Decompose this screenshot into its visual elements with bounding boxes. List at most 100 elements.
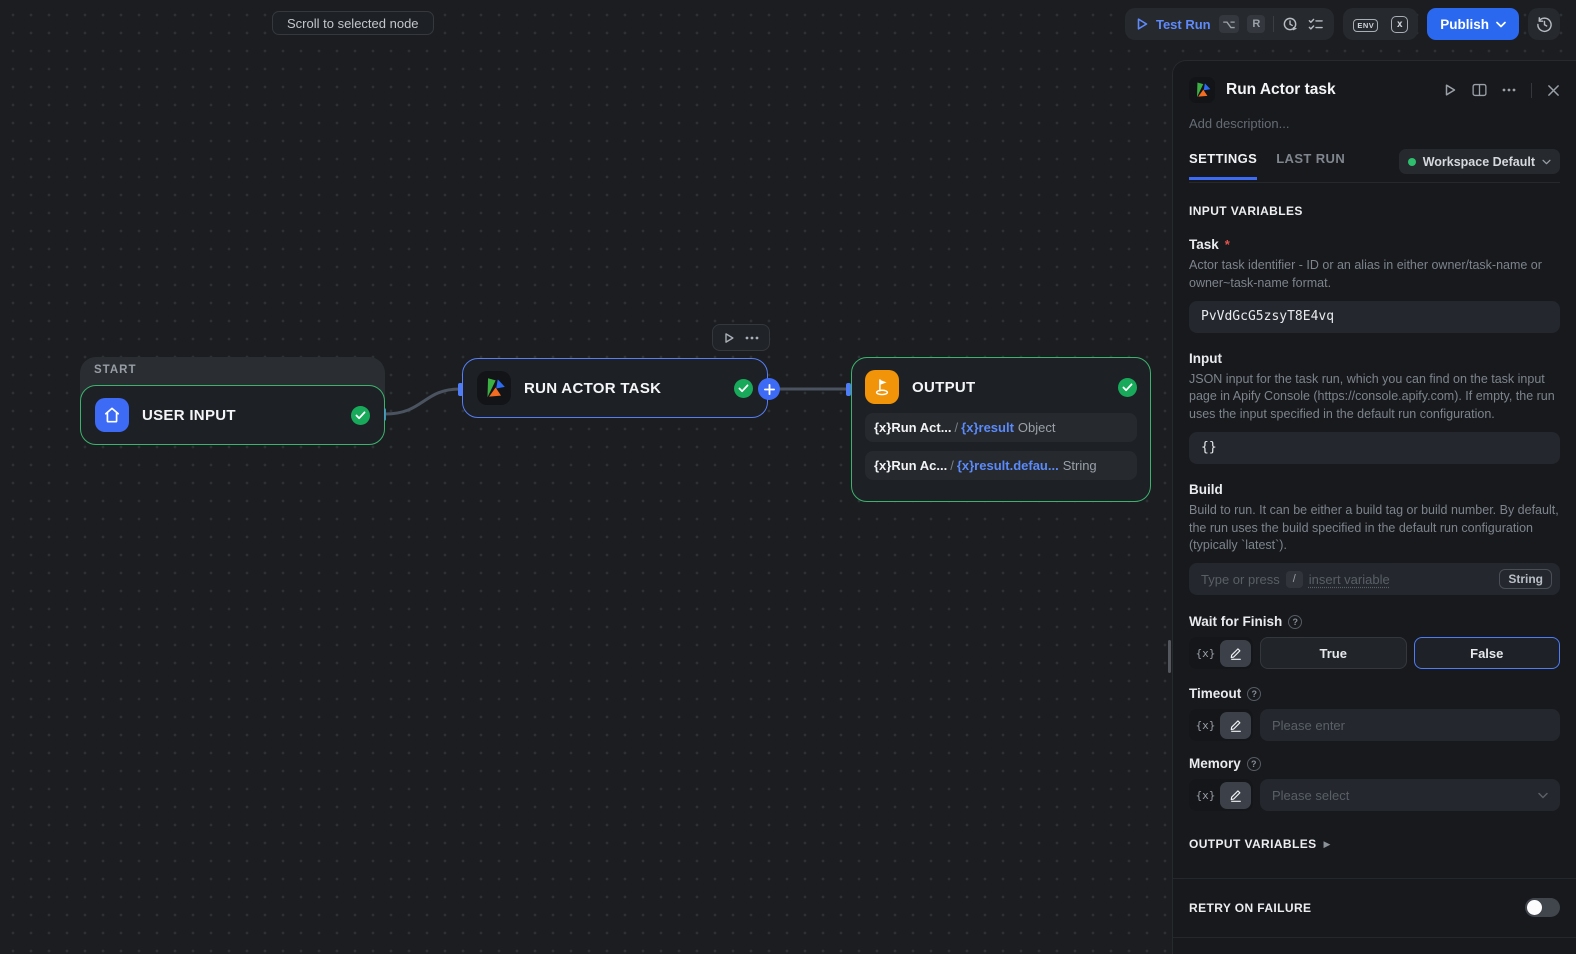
output-variable-row[interactable]: {x}Run Ac... / {x}result.defau... String xyxy=(865,451,1137,480)
build-field-block: Build Build to run. It can be either a b… xyxy=(1189,482,1560,595)
value-mode-toggle: {x} xyxy=(1189,709,1253,741)
false-button[interactable]: False xyxy=(1413,637,1560,669)
memory-select[interactable]: Please select xyxy=(1260,779,1560,811)
task-input[interactable] xyxy=(1189,300,1560,333)
scheduled-run-button[interactable] xyxy=(1282,16,1299,33)
variables-button[interactable]: x xyxy=(1391,15,1409,33)
build-input[interactable]: Type or press / insert variable String xyxy=(1189,563,1560,595)
close-icon xyxy=(1548,84,1559,96)
node-user-input-title: USER INPUT xyxy=(142,406,236,424)
node-hover-toolbar xyxy=(712,324,770,351)
fx-mode-button[interactable]: {x} xyxy=(1191,712,1220,739)
apify-logo-icon xyxy=(1189,77,1215,103)
play-icon xyxy=(1445,84,1456,96)
test-run-button[interactable]: Test Run xyxy=(1135,17,1211,32)
ellipsis-icon xyxy=(745,336,759,339)
section-divider xyxy=(1173,878,1576,879)
panel-docs-button[interactable] xyxy=(1472,83,1487,97)
workspace-status-dot xyxy=(1407,157,1416,166)
env-button[interactable]: ENV xyxy=(1353,15,1379,33)
edit-mode-button[interactable] xyxy=(1220,781,1251,809)
node-run-actor-task[interactable]: RUN ACTOR TASK xyxy=(462,358,768,418)
plus-icon xyxy=(763,383,775,395)
r-key-badge: R xyxy=(1247,15,1266,33)
section-divider xyxy=(1173,937,1576,938)
true-button[interactable]: True xyxy=(1260,637,1407,669)
variable-separator: / xyxy=(950,458,954,473)
description-placeholder[interactable]: Add description... xyxy=(1189,116,1560,131)
help-icon[interactable]: ? xyxy=(1288,614,1303,629)
output-variables-heading: OUTPUT VARIABLES xyxy=(1189,837,1317,851)
chevron-down-icon xyxy=(1542,159,1551,164)
workspace-label: Workspace Default xyxy=(1422,154,1535,169)
insert-variable-link[interactable]: insert variable xyxy=(1309,572,1390,587)
scroll-pill-label: Scroll to selected node xyxy=(287,15,419,31)
memory-block: Memory ? {x} Please select xyxy=(1189,756,1560,811)
scroll-to-selected-node-button[interactable]: Scroll to selected node xyxy=(272,11,434,35)
env-icon: ENV xyxy=(1353,19,1379,32)
play-icon xyxy=(725,332,734,343)
panel-close-button[interactable] xyxy=(1547,84,1560,97)
variable-separator: / xyxy=(954,420,959,435)
history-button[interactable] xyxy=(1528,8,1560,40)
build-description: Build to run. It can be either a build t… xyxy=(1189,502,1559,553)
publish-button[interactable]: Publish xyxy=(1427,8,1519,40)
panel-run-button[interactable] xyxy=(1443,83,1457,97)
node-output-header: OUTPUT xyxy=(865,370,1137,404)
timeout-block: Timeout ? {x} xyxy=(1189,686,1560,741)
pencil-icon xyxy=(1230,720,1241,732)
tab-settings[interactable]: SETTINGS xyxy=(1189,151,1258,180)
timeout-input[interactable] xyxy=(1260,709,1560,741)
play-icon xyxy=(1137,18,1148,30)
node-output-title: OUTPUT xyxy=(912,378,976,396)
checklist-button[interactable] xyxy=(1307,16,1324,33)
fx-mode-button[interactable]: {x} xyxy=(1191,640,1220,667)
output-variable-row[interactable]: {x}Run Act... / {x}result Object xyxy=(865,413,1137,442)
top-toolbar: Test Run ⌥ R ENV x Publish xyxy=(1124,8,1560,40)
fx-mode-button[interactable]: {x} xyxy=(1191,782,1220,809)
panel-scrollbar[interactable] xyxy=(1168,640,1171,673)
ellipsis-icon xyxy=(1502,88,1516,92)
check-success-icon xyxy=(734,378,753,398)
variable-type: String xyxy=(1062,458,1097,473)
memory-placeholder: Please select xyxy=(1272,787,1350,803)
pencil-icon xyxy=(1230,790,1241,802)
check-success-icon xyxy=(1118,377,1137,397)
task-field-block: Task * Actor task identifier - ID or an … xyxy=(1189,237,1560,333)
edge-userinput-to-runactor xyxy=(383,387,462,416)
value-mode-toggle: {x} xyxy=(1189,779,1253,811)
workspace-selector[interactable]: Workspace Default xyxy=(1398,149,1560,174)
panel-more-button[interactable] xyxy=(1502,88,1516,92)
help-icon[interactable]: ? xyxy=(1247,686,1262,701)
task-description: Actor task identifier - ID or an alias i… xyxy=(1189,258,1542,290)
output-variables-section[interactable]: OUTPUT VARIABLES ▶ xyxy=(1189,837,1560,851)
variable-x-icon: x xyxy=(1391,15,1409,33)
node-more-button[interactable] xyxy=(745,336,759,340)
build-label: Build xyxy=(1189,481,1223,497)
input-variables-heading: INPUT VARIABLES xyxy=(1189,204,1303,218)
node-run-button[interactable] xyxy=(723,332,735,344)
option-key-badge: ⌥ xyxy=(1218,15,1240,33)
pencil-icon xyxy=(1230,648,1241,660)
variable-ref: {x}Run Act... xyxy=(874,420,952,435)
start-group: START USER INPUT xyxy=(80,357,385,445)
edit-mode-button[interactable] xyxy=(1220,711,1251,739)
retry-on-failure-section: RETRY ON FAILURE xyxy=(1189,898,1560,917)
variable-ref: {x}Run Ac... xyxy=(874,458,948,473)
edit-mode-button[interactable] xyxy=(1220,639,1251,667)
task-label: Task xyxy=(1189,237,1219,252)
node-user-input[interactable]: USER INPUT xyxy=(80,385,385,445)
node-run-actor-title: RUN ACTOR TASK xyxy=(524,379,662,397)
env-variables-group: ENV x xyxy=(1343,8,1419,40)
history-icon xyxy=(1536,16,1552,32)
panel-tabs: SETTINGS LAST RUN Workspace Default xyxy=(1189,149,1560,183)
string-type-badge: String xyxy=(1499,569,1552,589)
node-output[interactable]: OUTPUT {x}Run Act... / {x}result Object … xyxy=(851,357,1151,502)
toolbar-divider xyxy=(1273,16,1275,32)
add-node-button[interactable] xyxy=(758,378,780,400)
retry-toggle[interactable] xyxy=(1525,898,1560,917)
publish-label: Publish xyxy=(1440,16,1489,32)
tab-last-run[interactable]: LAST RUN xyxy=(1276,151,1345,180)
input-json-input[interactable] xyxy=(1189,431,1560,464)
help-icon[interactable]: ? xyxy=(1246,756,1261,771)
